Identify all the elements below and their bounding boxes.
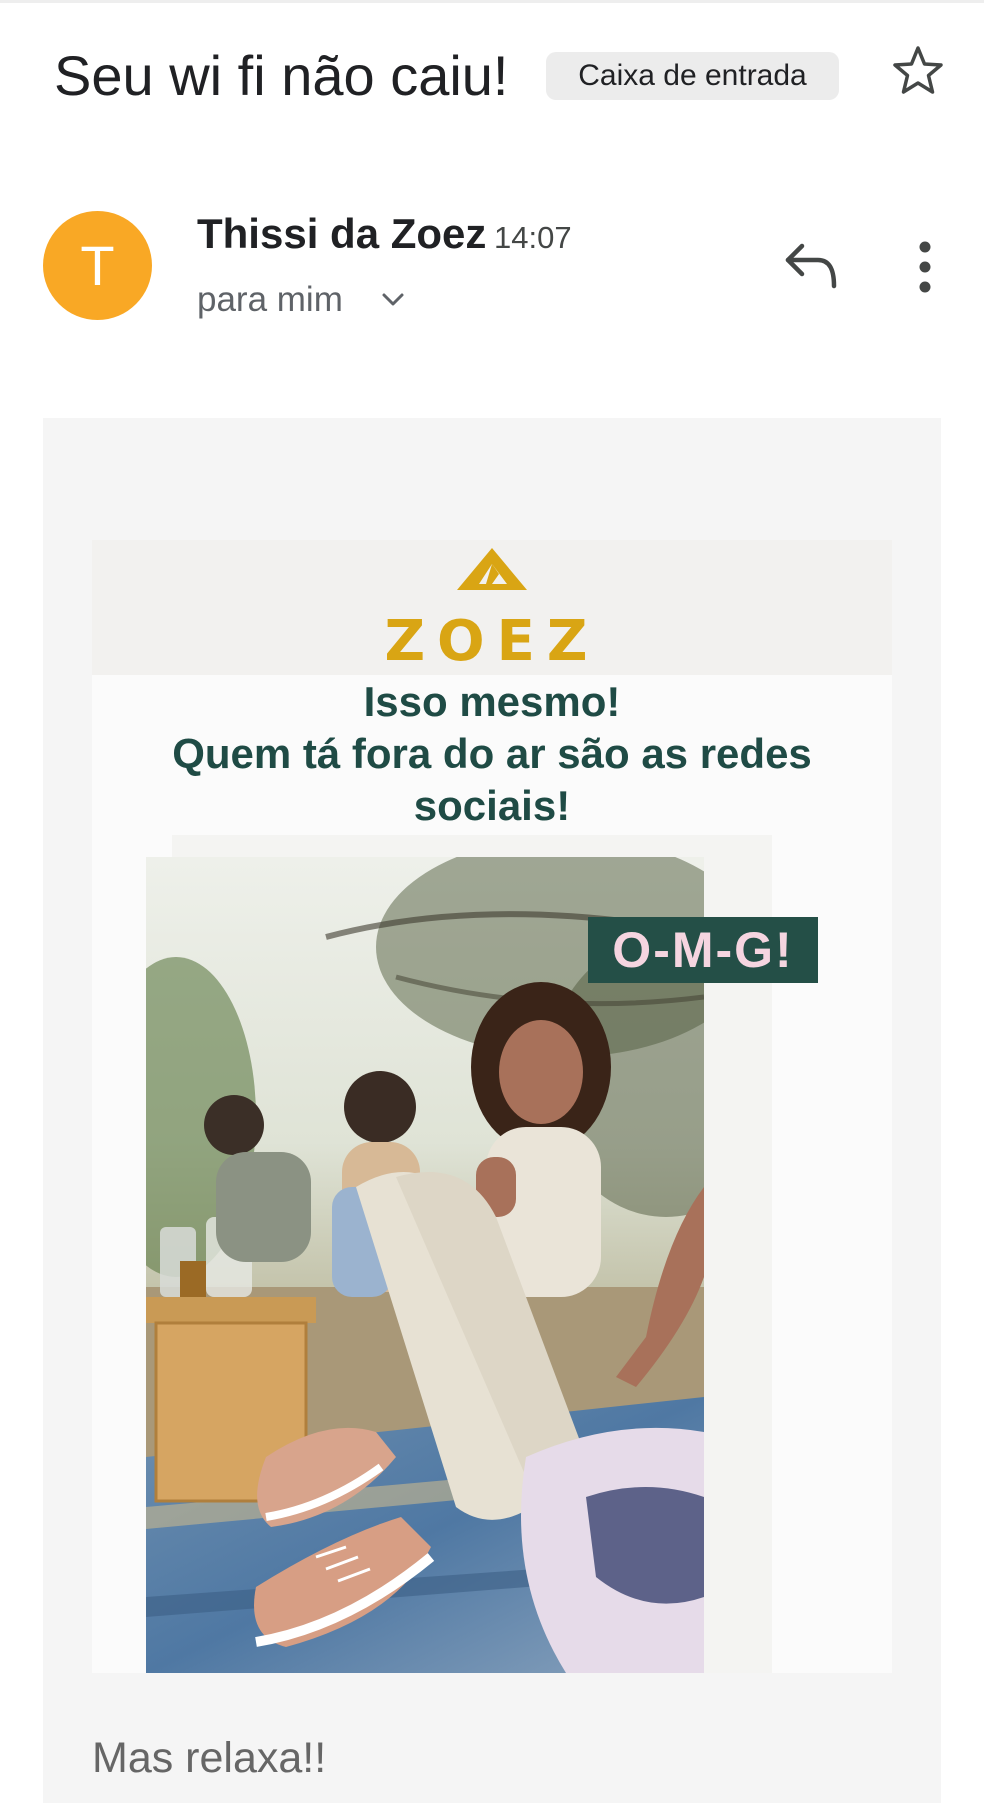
- headline-line-3: sociais!: [413, 782, 571, 829]
- chevron-down-icon[interactable]: [378, 285, 408, 315]
- headline: Isso mesmo! Quem tá fora do ar são as re…: [92, 676, 892, 832]
- reply-icon[interactable]: [782, 238, 842, 292]
- headline-line-1: Isso mesmo!: [363, 678, 621, 725]
- recipient-line[interactable]: para mim: [197, 276, 343, 324]
- headline-line-2: Quem tá fora do ar são as redes: [172, 730, 812, 777]
- star-icon[interactable]: [890, 44, 946, 100]
- body-text: Mas relaxa!!: [92, 1734, 327, 1782]
- sender-name[interactable]: Thissi da Zoez: [197, 206, 486, 262]
- top-divider: [0, 0, 984, 3]
- sender-avatar[interactable]: T: [43, 211, 152, 320]
- inbox-label-chip[interactable]: Caixa de entrada: [546, 52, 839, 100]
- more-vert-icon[interactable]: [906, 236, 944, 298]
- zoez-logo-icon: [455, 546, 529, 592]
- brand-logo-text: ZOEZ: [384, 609, 600, 674]
- email-subject: Seu wi fi não caiu!: [54, 44, 509, 107]
- omg-tag: O-M-G!: [588, 917, 818, 983]
- sent-time: 14:07: [494, 220, 572, 255]
